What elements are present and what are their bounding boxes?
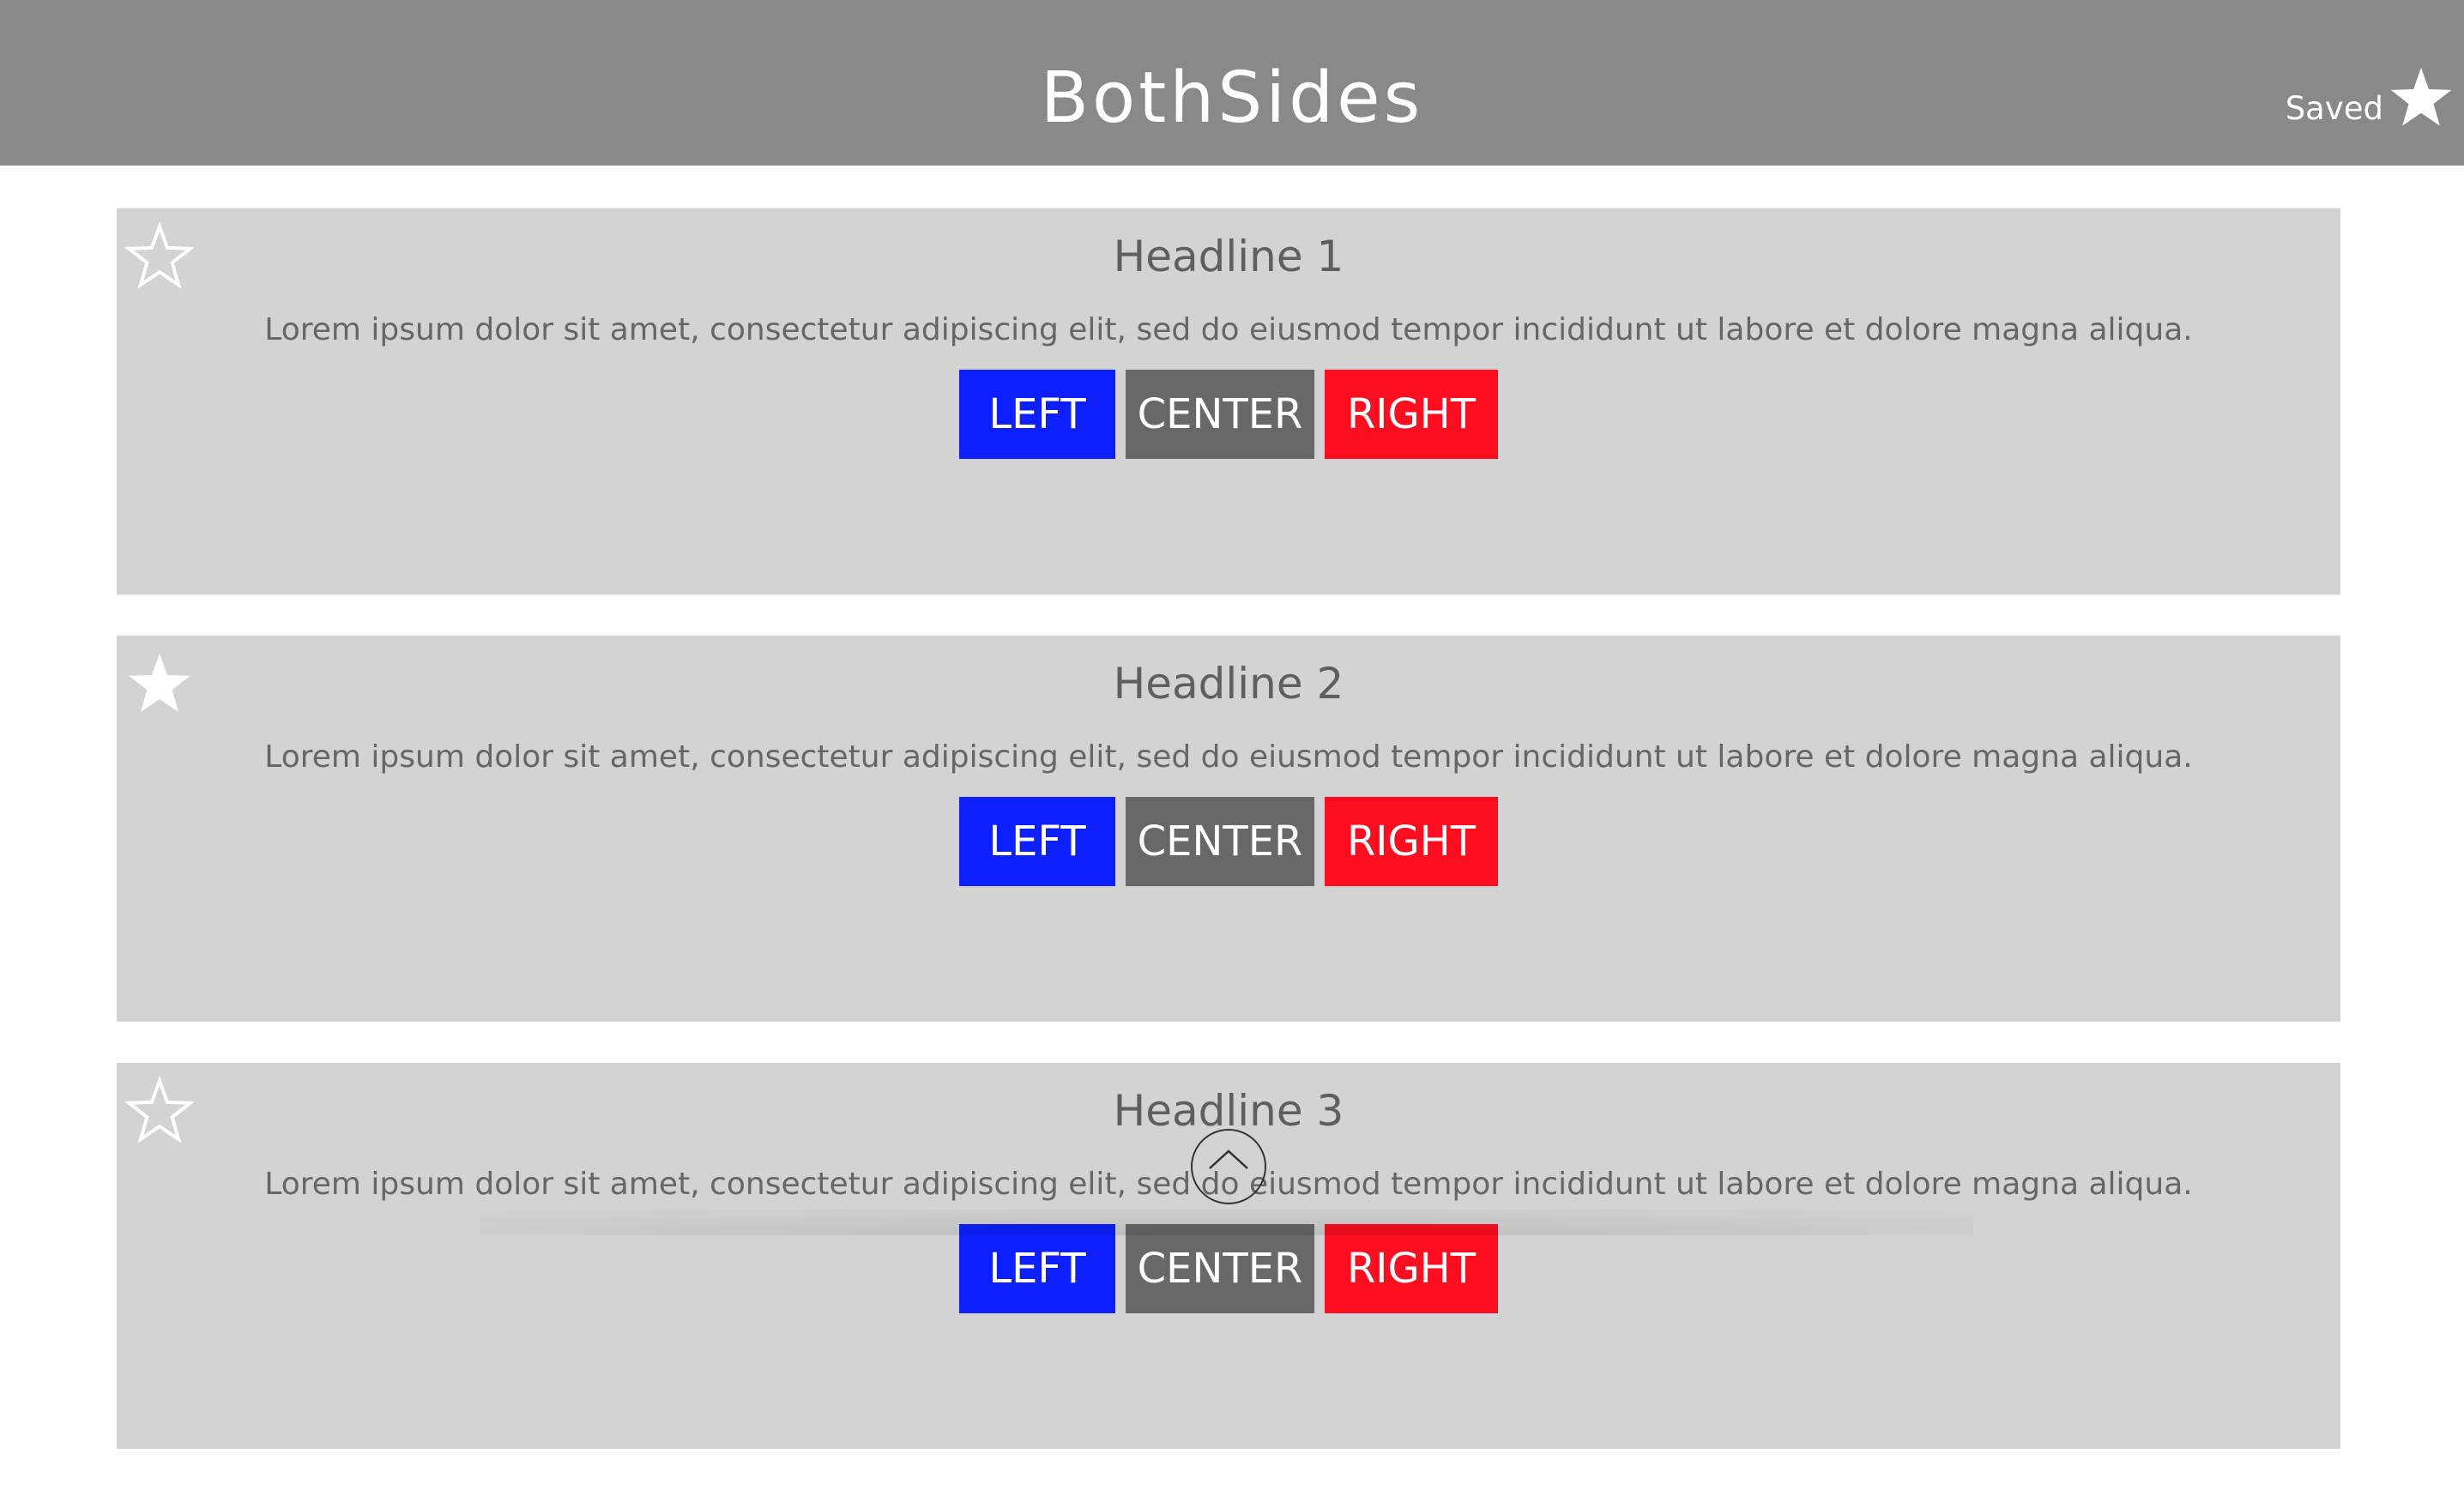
app-title: BothSides	[1040, 57, 1424, 139]
scroll-to-top-button[interactable]	[1191, 1129, 1266, 1204]
center-button[interactable]: CENTER	[1126, 797, 1314, 886]
left-button[interactable]: LEFT	[959, 1224, 1115, 1313]
article-headline: Headline 1	[1113, 232, 1344, 281]
article-card: Headline 3 Lorem ipsum dolor sit amet, c…	[117, 1063, 2340, 1449]
article-feed: Headline 1 Lorem ipsum dolor sit amet, c…	[117, 208, 2340, 1490]
article-card: Headline 2 Lorem ipsum dolor sit amet, c…	[117, 636, 2340, 1022]
article-headline: Headline 2	[1113, 659, 1344, 709]
top-bar: BothSides Saved	[0, 0, 2464, 166]
right-button[interactable]: RIGHT	[1325, 370, 1498, 459]
article-summary: Lorem ipsum dolor sit amet, consectetur …	[264, 312, 2193, 347]
center-button[interactable]: CENTER	[1126, 370, 1314, 459]
saved-label: Saved	[2285, 90, 2383, 127]
left-button[interactable]: LEFT	[959, 797, 1115, 886]
perspective-buttons: LEFT CENTER RIGHT	[959, 797, 1498, 886]
right-button[interactable]: RIGHT	[1325, 797, 1498, 886]
article-card: Headline 1 Lorem ipsum dolor sit amet, c…	[117, 208, 2340, 594]
article-summary: Lorem ipsum dolor sit amet, consectetur …	[264, 739, 2193, 775]
perspective-buttons: LEFT CENTER RIGHT	[959, 1224, 1498, 1313]
perspective-buttons: LEFT CENTER RIGHT	[959, 370, 1498, 459]
left-button[interactable]: LEFT	[959, 370, 1115, 459]
saved-button[interactable]: Saved	[2286, 65, 2454, 130]
chevron-up-icon	[1209, 1149, 1248, 1169]
right-button[interactable]: RIGHT	[1325, 1224, 1498, 1313]
star-filled-icon	[2390, 68, 2452, 126]
center-button[interactable]: CENTER	[1126, 1224, 1314, 1313]
